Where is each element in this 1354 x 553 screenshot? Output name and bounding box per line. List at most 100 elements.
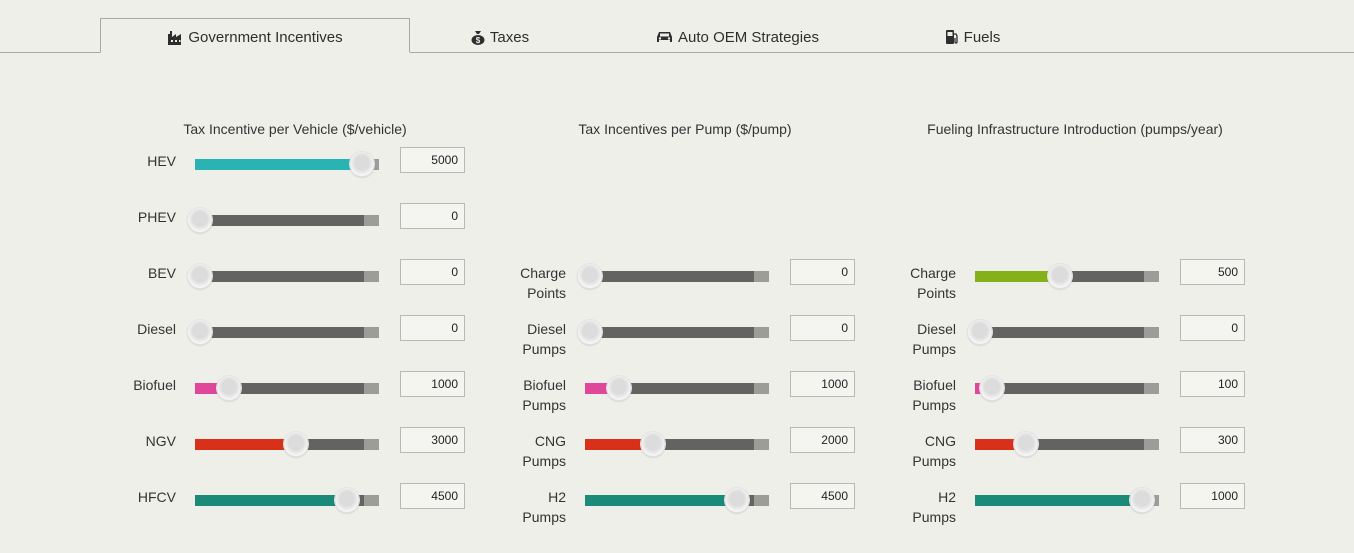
value-input-hfcv-col1[interactable]: 4500 — [400, 483, 465, 509]
row-label-line: CNG — [924, 433, 956, 449]
row-label-line: Diesel — [917, 321, 956, 337]
value-input-biofuel-col1[interactable]: 1000 — [400, 371, 465, 397]
value-input-ngv-col1[interactable]: 3000 — [400, 427, 465, 453]
slider-thumb[interactable] — [188, 320, 212, 344]
value-input-h2-pumps-col2[interactable]: 4500 — [790, 483, 855, 509]
slider-track — [585, 271, 754, 282]
slider-thumb[interactable] — [188, 264, 212, 288]
tab-auto-oem-strategies[interactable]: Auto OEM Strategies — [640, 18, 835, 52]
slider-bev-col1[interactable] — [188, 264, 379, 288]
row-label-line: Pumps — [522, 397, 566, 413]
slider-fill — [975, 495, 1144, 506]
value-input-biofuel-pumps-col2[interactable]: 1000 — [790, 371, 855, 397]
tab-label: Fuels — [963, 28, 1001, 46]
slider-ngv-col1[interactable] — [195, 432, 379, 456]
tab-label: Auto OEM Strategies — [678, 28, 819, 46]
slider-thumb[interactable] — [216, 376, 241, 400]
row-label-line: Pumps — [912, 453, 956, 469]
row-label-line: Pumps — [522, 341, 566, 357]
row-label-line: CNG — [534, 433, 566, 449]
slider-fill — [585, 495, 738, 506]
value-input-diesel-pumps-col2[interactable]: 0 — [790, 315, 855, 341]
tab-taxes[interactable]: $ Taxes — [440, 18, 560, 52]
slider-phev-col1[interactable] — [188, 208, 379, 232]
slider-fill — [195, 439, 297, 450]
slider-hev-col1[interactable] — [195, 152, 379, 176]
slider-thumb[interactable] — [350, 152, 374, 176]
row-label-diesel-pumps-col2: Diesel Pumps — [522, 319, 566, 359]
value-input-diesel-col1[interactable]: 0 — [400, 315, 465, 341]
tab-label: Taxes — [489, 28, 530, 46]
slider-thumb[interactable] — [640, 432, 665, 456]
row-label-line: Pumps — [912, 397, 956, 413]
slider-h2-pumps-col2[interactable] — [585, 488, 769, 512]
slider-fill — [195, 159, 364, 170]
fuel-pump-icon — [945, 29, 959, 45]
row-label-phev-col1: PHEV — [138, 207, 176, 227]
value-input-phev-col1[interactable]: 0 — [400, 203, 465, 229]
row-label-line: H2 — [548, 489, 566, 505]
row-label-line: HEV — [147, 153, 176, 169]
slider-track — [195, 215, 364, 226]
row-label-cng-pumps-col3: CNG Pumps — [912, 431, 956, 471]
slider-cng-pumps-col2[interactable] — [585, 432, 769, 456]
slider-charge-points-col2[interactable] — [578, 264, 769, 288]
tab-fuels[interactable]: Fuels — [930, 18, 1015, 52]
row-label-line: Points — [917, 285, 956, 301]
slider-thumb[interactable] — [284, 432, 309, 456]
column-title: Tax Incentives per Pump ($/pump) — [578, 121, 792, 137]
value-input-cng-pumps-col3[interactable]: 300 — [1180, 427, 1245, 453]
slider-diesel-pumps-col2[interactable] — [578, 320, 769, 344]
row-label-line: Pumps — [912, 509, 956, 525]
row-label-biofuel-col1: Biofuel — [133, 375, 176, 395]
slider-h2-pumps-col3[interactable] — [975, 488, 1159, 512]
row-label-line: Charge — [910, 265, 956, 281]
row-label-charge-points-col3: Charge Points — [910, 263, 956, 303]
value-input-charge-points-col3[interactable]: 500 — [1180, 259, 1245, 285]
slider-thumb[interactable] — [979, 376, 1004, 400]
slider-thumb[interactable] — [606, 376, 631, 400]
slider-thumb[interactable] — [188, 208, 212, 232]
slider-charge-points-col3[interactable] — [975, 264, 1159, 288]
slider-thumb[interactable] — [1130, 488, 1154, 512]
row-label-line: Charge — [520, 265, 566, 281]
row-label-hev-col1: HEV — [147, 151, 176, 171]
slider-diesel-pumps-col3[interactable] — [968, 320, 1159, 344]
value-input-hev-col1[interactable]: 5000 — [400, 147, 465, 173]
slider-thumb[interactable] — [968, 320, 992, 344]
tab-government-incentives[interactable]: Government Incentives — [100, 18, 410, 53]
slider-cng-pumps-col3[interactable] — [975, 432, 1159, 456]
value-input-h2-pumps-col3[interactable]: 1000 — [1180, 483, 1245, 509]
row-label-biofuel-pumps-col3: Biofuel Pumps — [912, 375, 956, 415]
row-label-h2-pumps-col3: H2 Pumps — [912, 487, 956, 527]
row-label-diesel-col1: Diesel — [137, 319, 176, 339]
value-input-cng-pumps-col2[interactable]: 2000 — [790, 427, 855, 453]
slider-thumb[interactable] — [1013, 432, 1038, 456]
slider-biofuel-pumps-col2[interactable] — [585, 376, 769, 400]
row-label-biofuel-pumps-col2: Biofuel Pumps — [522, 375, 566, 415]
slider-biofuel-pumps-col3[interactable] — [975, 376, 1159, 400]
slider-biofuel-col1[interactable] — [195, 376, 379, 400]
slider-thumb[interactable] — [335, 488, 360, 512]
row-label-line: BEV — [147, 265, 176, 281]
money-bag-icon: $ — [471, 30, 485, 45]
slider-track — [195, 327, 364, 338]
slider-diesel-col1[interactable] — [188, 320, 379, 344]
row-label-cng-pumps-col2: CNG Pumps — [522, 431, 566, 471]
value-input-charge-points-col2[interactable]: 0 — [790, 259, 855, 285]
value-input-diesel-pumps-col3[interactable]: 0 — [1180, 315, 1245, 341]
row-label-line: HFCV — [137, 489, 176, 505]
slider-thumb[interactable] — [725, 488, 750, 512]
row-label-line: Biofuel — [913, 377, 956, 393]
row-label-line: Pumps — [522, 453, 566, 469]
column-title: Tax Incentive per Vehicle ($/vehicle) — [183, 121, 407, 137]
value-input-bev-col1[interactable]: 0 — [400, 259, 465, 285]
tab-label: Government Incentives — [188, 29, 343, 46]
value-input-biofuel-pumps-col3[interactable]: 100 — [1180, 371, 1245, 397]
slider-thumb[interactable] — [578, 264, 602, 288]
slider-thumb[interactable] — [1047, 264, 1072, 288]
slider-hfcv-col1[interactable] — [195, 488, 379, 512]
row-label-line: H2 — [938, 489, 956, 505]
row-label-bev-col1: BEV — [148, 263, 176, 283]
slider-thumb[interactable] — [578, 320, 602, 344]
